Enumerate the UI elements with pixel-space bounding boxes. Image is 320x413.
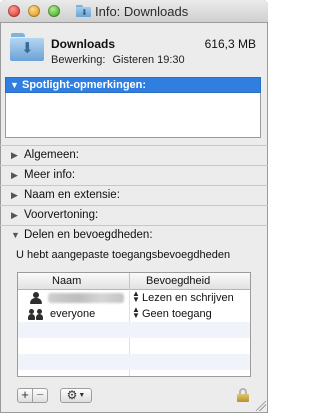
gear-icon: ⚙: [66, 388, 78, 402]
column-header-label: Naam: [52, 275, 82, 287]
item-size: 616,3 MB: [204, 37, 256, 51]
section-name-extension[interactable]: ▶ Naam en extensie:: [0, 185, 268, 206]
column-header-label: Bevoegdheid: [146, 275, 211, 287]
resize-grip-icon[interactable]: [256, 401, 266, 411]
updown-arrows-icon[interactable]: ▲ ▼: [132, 290, 140, 304]
close-button[interactable]: [8, 5, 20, 17]
table-row[interactable]: everyone ▲ ▼ Geen toegang: [18, 306, 250, 322]
modified-info: Bewerking: Gisteren 19:30: [51, 54, 185, 66]
minimize-button[interactable]: [28, 5, 40, 17]
window-title: Info: Downloads: [95, 3, 189, 19]
disclosure-collapsed-icon[interactable]: ▶: [11, 150, 18, 161]
disclosure-expanded-icon[interactable]: ▼: [11, 230, 20, 240]
modified-value: Gisteren 19:30: [112, 54, 185, 66]
group-icon: [28, 308, 44, 320]
chevron-down-icon: ▼: [78, 391, 86, 399]
zoom-button[interactable]: [48, 5, 60, 17]
table-row-empty: [18, 338, 250, 354]
person-icon: [30, 292, 42, 304]
user-name: everyone: [50, 308, 96, 320]
table-row-empty: [18, 322, 250, 338]
privilege-popup[interactable]: Lezen en schrijven: [142, 292, 234, 304]
lock-icon[interactable]: [237, 388, 249, 402]
table-row[interactable]: ▲ ▼ Lezen en schrijven: [18, 290, 250, 306]
permissions-table[interactable]: Naam Bevoegdheid ▲ ▼ Lezen en schrijven e…: [17, 272, 251, 377]
redacted-user-name: [48, 293, 124, 303]
disclosure-collapsed-icon[interactable]: ▶: [11, 170, 18, 181]
updown-arrows-icon[interactable]: ▲ ▼: [132, 306, 140, 320]
section-label: Meer info:: [24, 169, 76, 181]
section-more-info[interactable]: ▶ Meer info:: [0, 165, 268, 186]
window-title-group: ⬇ Info: Downloads: [76, 3, 188, 19]
remove-user-button[interactable]: −: [32, 388, 48, 403]
disclosure-expanded-icon[interactable]: ▼: [10, 80, 19, 90]
title-bar[interactable]: ⬇ Info: Downloads: [0, 0, 268, 23]
section-label: Voorvertoning:: [24, 209, 99, 221]
section-general[interactable]: ▶ Algemeen:: [0, 145, 268, 166]
table-row-empty: [18, 354, 250, 370]
column-header-name[interactable]: Naam: [18, 273, 130, 289]
action-menu-button[interactable]: ⚙▼: [60, 388, 92, 403]
section-label: Delen en bevoegdheden:: [24, 229, 153, 241]
spotlight-comments-field[interactable]: [5, 93, 261, 138]
downloads-folder-icon: ⬇: [10, 33, 44, 61]
table-header: Naam Bevoegdheid: [18, 273, 250, 290]
section-preview[interactable]: ▶ Voorvertoning:: [0, 205, 268, 226]
sharing-description: U hebt aangepaste toegangsbevoegdheden: [16, 249, 231, 261]
item-name: Downloads: [51, 37, 116, 51]
section-label: Naam en extensie:: [24, 189, 120, 201]
privilege-popup[interactable]: Geen toegang: [142, 308, 212, 320]
section-label: Spotlight-opmerkingen:: [22, 79, 147, 91]
section-label: Algemeen:: [24, 149, 79, 161]
section-sharing-permissions[interactable]: ▼ Delen en bevoegdheden:: [0, 225, 268, 246]
downloads-folder-icon: ⬇: [76, 5, 91, 17]
file-header: ⬇ Downloads 616,3 MB Bewerking: Gisteren…: [0, 23, 268, 71]
info-window: ⬇ Info: Downloads ⬇ Downloads 616,3 MB B…: [0, 0, 268, 413]
add-user-button[interactable]: +: [17, 388, 33, 403]
disclosure-collapsed-icon[interactable]: ▶: [11, 210, 18, 221]
section-spotlight-comments[interactable]: ▼ Spotlight-opmerkingen:: [5, 77, 261, 93]
modified-label: Bewerking:: [51, 54, 106, 66]
disclosure-collapsed-icon[interactable]: ▶: [11, 190, 18, 201]
